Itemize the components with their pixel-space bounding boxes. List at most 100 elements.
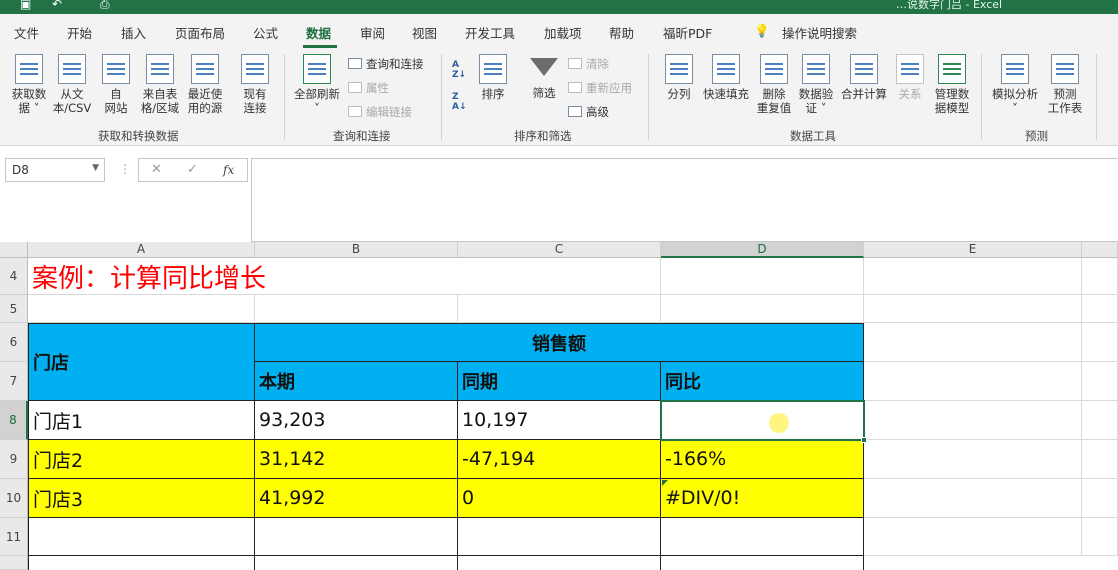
clear-filter-button[interactable]: 清除 (568, 56, 609, 72)
cell-e8[interactable] (864, 401, 1082, 440)
cell-yoy-3[interactable]: #DIV/0! (661, 479, 864, 518)
remove-duplicates-button[interactable]: 删除 重复值 (754, 54, 794, 115)
text-to-columns-button[interactable]: 分列 (660, 54, 698, 101)
error-indicator-icon[interactable] (662, 480, 668, 486)
print-preview-icon[interactable]: ⎙ (100, 0, 110, 12)
save-icon[interactable]: ▣ (20, 0, 31, 11)
consolidate-button[interactable]: 合并计算 (838, 54, 890, 101)
tab-foxit-pdf[interactable]: 福昕PDF (663, 23, 712, 42)
relationships-button[interactable]: 关系 (892, 54, 928, 101)
header-prior[interactable]: 同期 (458, 362, 661, 401)
cell-d4[interactable] (661, 258, 864, 295)
tab-data[interactable]: 数据 (306, 23, 331, 42)
cell-f6[interactable] (1082, 323, 1118, 362)
from-text-csv-button[interactable]: 从文 本/CSV (50, 54, 94, 115)
tab-page-layout[interactable]: 页面布局 (175, 23, 225, 42)
cancel-icon[interactable]: ✕ (151, 162, 162, 177)
cell-store-2[interactable]: 门店2 (28, 440, 255, 479)
name-box[interactable]: D8 ▼ (5, 158, 105, 182)
select-all-corner[interactable] (0, 242, 28, 258)
queries-connections-button[interactable]: 查询和连接 (348, 56, 424, 72)
tell-me-search[interactable]: 操作说明搜索 (782, 23, 857, 42)
cell-d11[interactable] (661, 518, 864, 556)
cell-current-3[interactable]: 41,992 (255, 479, 458, 518)
header-current[interactable]: 本期 (255, 362, 458, 401)
tab-home[interactable]: 开始 (67, 23, 92, 42)
from-web-button[interactable]: 自 网站 (98, 54, 134, 115)
header-sales[interactable]: 销售额 (255, 323, 864, 362)
cell-e4[interactable] (864, 258, 1082, 295)
row-header-11[interactable]: 11 (0, 518, 28, 556)
cell-c11[interactable] (458, 518, 661, 556)
tab-developer[interactable]: 开发工具 (465, 23, 515, 42)
cell-e5[interactable] (864, 295, 1082, 323)
fill-handle[interactable] (861, 437, 867, 443)
cell-f7[interactable] (1082, 362, 1118, 401)
cell-c12[interactable] (458, 556, 661, 570)
reapply-button[interactable]: 重新应用 (568, 80, 632, 96)
cell-a11[interactable] (28, 518, 255, 556)
cell-d5[interactable] (661, 295, 864, 323)
cell-current-2[interactable]: 31,142 (255, 440, 458, 479)
cell-store-3[interactable]: 门店3 (28, 479, 255, 518)
formula-input[interactable] (251, 158, 1118, 242)
cell-yoy-2[interactable]: -166% (661, 440, 864, 479)
cell-store-1[interactable]: 门店1 (28, 401, 255, 440)
row-header-8[interactable]: 8 (0, 401, 28, 440)
cell-prior-2[interactable]: -47,194 (458, 440, 661, 479)
cell-c4[interactable] (458, 258, 661, 295)
column-header-c[interactable]: C (458, 242, 661, 258)
tab-insert[interactable]: 插入 (121, 23, 146, 42)
data-validation-button[interactable]: 数据验 证 ˅ (796, 54, 836, 115)
row-header-12[interactable] (0, 556, 28, 570)
column-header-d[interactable]: D (661, 242, 864, 258)
cell-b11[interactable] (255, 518, 458, 556)
get-data-button[interactable]: 获取数 据 ˅ (8, 54, 50, 115)
tab-formulas[interactable]: 公式 (253, 23, 278, 42)
tab-file[interactable]: 文件 (14, 23, 39, 42)
column-header-a[interactable]: A (28, 242, 255, 258)
column-header-f[interactable] (1082, 242, 1118, 258)
forecast-sheet-button[interactable]: 预测 工作表 (1044, 54, 1086, 115)
cell-e10[interactable] (864, 479, 1082, 518)
chevron-down-icon[interactable]: ▼ (92, 163, 99, 173)
header-store[interactable]: 门店 (28, 323, 255, 401)
cell-f11[interactable] (1082, 518, 1118, 556)
row-header-9[interactable]: 9 (0, 440, 28, 479)
column-header-b[interactable]: B (255, 242, 458, 258)
refresh-all-button[interactable]: 全部刷新 ˅ (290, 54, 344, 115)
tab-addins[interactable]: 加载项 (544, 23, 582, 42)
existing-connections-button[interactable]: 现有 连接 (236, 54, 274, 115)
row-header-4[interactable]: 4 (0, 258, 28, 295)
row-header-7[interactable]: 7 (0, 362, 28, 401)
what-if-analysis-button[interactable]: 模拟分析 ˅ (990, 54, 1040, 115)
row-header-6[interactable]: 6 (0, 323, 28, 362)
cell-e9[interactable] (864, 440, 1082, 479)
cell-f10[interactable] (1082, 479, 1118, 518)
cell-f5[interactable] (1082, 295, 1118, 323)
tab-review[interactable]: 审阅 (360, 23, 385, 42)
cell-e11[interactable] (864, 518, 1082, 556)
from-table-range-button[interactable]: 来自表 格/区域 (137, 54, 183, 115)
row-header-10[interactable]: 10 (0, 479, 28, 518)
cell-f9[interactable] (1082, 440, 1118, 479)
cell-f8[interactable] (1082, 401, 1118, 440)
resize-handle-icon[interactable]: ⋮ (119, 162, 131, 176)
undo-icon[interactable]: ↶ (52, 0, 62, 11)
insert-function-icon[interactable]: fx (223, 163, 234, 177)
cell-prior-1[interactable]: 10,197 (458, 401, 661, 440)
cell-b5[interactable] (255, 295, 458, 323)
enter-icon[interactable]: ✓ (187, 162, 198, 177)
cell-e6[interactable] (864, 323, 1082, 362)
manage-data-model-button[interactable]: 管理数 据模型 (930, 54, 974, 115)
properties-button[interactable]: 属性 (348, 80, 389, 96)
flash-fill-button[interactable]: 快速填充 (700, 54, 752, 101)
sort-button[interactable]: 排序 (476, 54, 510, 101)
advanced-filter-button[interactable]: 高级 (568, 104, 609, 120)
header-yoy[interactable]: 同比 (661, 362, 864, 401)
cell-f4[interactable] (1082, 258, 1118, 295)
cell-e7[interactable] (864, 362, 1082, 401)
sheet-title[interactable]: 案例：计算同比增长 (28, 258, 458, 295)
cell-c5[interactable] (458, 295, 661, 323)
cell-a5[interactable] (28, 295, 255, 323)
